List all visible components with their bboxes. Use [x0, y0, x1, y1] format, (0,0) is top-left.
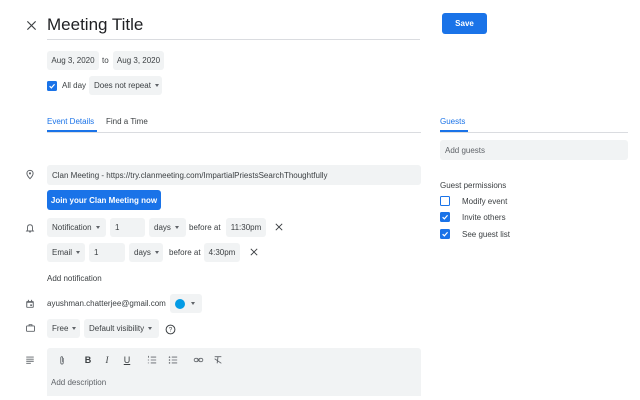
remove-notification-icon[interactable] — [274, 222, 284, 232]
see-guest-list-label: See guest list — [462, 230, 511, 239]
start-date-field[interactable]: Aug 3, 2020 — [47, 51, 99, 70]
title-input[interactable]: Meeting Title — [47, 14, 420, 40]
repeat-select[interactable]: Does not repeat — [89, 76, 162, 95]
bold-icon[interactable]: B — [82, 354, 94, 366]
chevron-down-icon — [72, 327, 77, 330]
see-guest-list-checkbox[interactable] — [440, 229, 450, 239]
notification-type-select[interactable]: Notification — [47, 218, 106, 237]
chevron-down-icon — [95, 226, 100, 229]
invite-others-checkbox[interactable] — [440, 212, 450, 222]
email-amount-value: 1 — [94, 248, 99, 257]
tab-guests[interactable]: Guests — [440, 117, 465, 126]
location-icon — [24, 168, 36, 180]
notification-amount-value: 1 — [115, 223, 120, 232]
email-before-label: before at — [169, 248, 201, 257]
date-separator: to — [102, 56, 109, 65]
save-button[interactable]: Save — [442, 13, 487, 34]
chevron-down-icon — [76, 251, 81, 254]
all-day-label: All day — [62, 81, 87, 90]
underline-icon[interactable]: U — [121, 354, 133, 366]
email-unit-value: days — [134, 248, 151, 257]
email-type-select[interactable]: Email — [47, 243, 85, 262]
numbered-list-icon[interactable] — [146, 354, 158, 366]
availability-value: Free — [52, 324, 69, 333]
calendar-icon — [24, 298, 36, 310]
chevron-down-icon — [148, 327, 153, 330]
repeat-value: Does not repeat — [94, 81, 151, 90]
calendar-color-select[interactable] — [170, 294, 202, 313]
all-day-checkbox[interactable] — [47, 81, 57, 91]
visibility-value: Default visibility — [89, 324, 145, 333]
tab-event-details[interactable]: Event Details — [47, 117, 94, 126]
bell-icon — [24, 222, 36, 234]
add-guests-input[interactable]: Add guests — [440, 140, 628, 160]
check-icon — [49, 83, 56, 89]
join-meeting-button[interactable]: Join your Clan Meeting now — [47, 190, 161, 210]
description-editor[interactable]: B I U Add description — [47, 348, 421, 396]
add-notification-link[interactable]: Add notification — [47, 274, 102, 283]
end-date-field[interactable]: Aug 3, 2020 — [113, 51, 164, 70]
page-title: Meeting Title — [47, 15, 144, 34]
notification-time-field[interactable]: 11:30pm — [226, 218, 266, 237]
notification-unit-value: days — [154, 223, 171, 232]
email-unit-select[interactable]: days — [129, 243, 163, 262]
tab-find-time[interactable]: Find a Time — [106, 117, 148, 126]
tab-divider — [47, 132, 421, 133]
description-icon — [24, 354, 36, 366]
chevron-down-icon — [174, 226, 179, 229]
modify-event-label: Modify event — [462, 197, 508, 206]
bulleted-list-icon[interactable] — [167, 354, 179, 366]
location-field[interactable]: Clan Meeting - https://try.clanmeeting.c… — [47, 165, 421, 185]
notification-type-value: Notification — [52, 223, 92, 232]
briefcase-icon — [24, 322, 36, 334]
check-icon — [442, 231, 449, 237]
attachment-icon[interactable] — [56, 354, 68, 366]
description-placeholder: Add description — [51, 378, 107, 387]
calendar-owner: ayushman.chatterjee@gmail.com — [47, 299, 166, 308]
close-icon[interactable] — [25, 19, 37, 31]
clear-formatting-icon[interactable] — [212, 354, 224, 366]
guest-permissions-title: Guest permissions — [440, 181, 507, 190]
chevron-down-icon — [191, 302, 195, 305]
remove-email-icon[interactable] — [249, 247, 259, 257]
notification-amount-input[interactable]: 1 — [110, 218, 145, 237]
chevron-down-icon — [154, 84, 159, 87]
guests-tab-divider — [440, 132, 628, 133]
invite-others-label: Invite others — [462, 213, 506, 222]
italic-icon[interactable]: I — [101, 354, 113, 366]
check-icon — [442, 214, 449, 220]
availability-select[interactable]: Free — [47, 319, 80, 338]
modify-event-checkbox[interactable] — [440, 196, 450, 206]
email-time-field[interactable]: 4:30pm — [204, 243, 240, 262]
help-icon[interactable]: ? — [164, 323, 176, 335]
email-amount-input[interactable]: 1 — [89, 243, 125, 262]
notification-unit-select[interactable]: days — [149, 218, 186, 237]
location-value: Clan Meeting - https://try.clanmeeting.c… — [52, 170, 328, 180]
add-guests-placeholder: Add guests — [445, 145, 486, 155]
visibility-select[interactable]: Default visibility — [84, 319, 159, 338]
link-icon[interactable] — [192, 354, 204, 366]
notification-before-label: before at — [189, 223, 221, 232]
chevron-down-icon — [154, 251, 159, 254]
email-type-value: Email — [52, 248, 73, 257]
svg-text:?: ? — [168, 326, 172, 333]
color-swatch — [175, 298, 185, 309]
